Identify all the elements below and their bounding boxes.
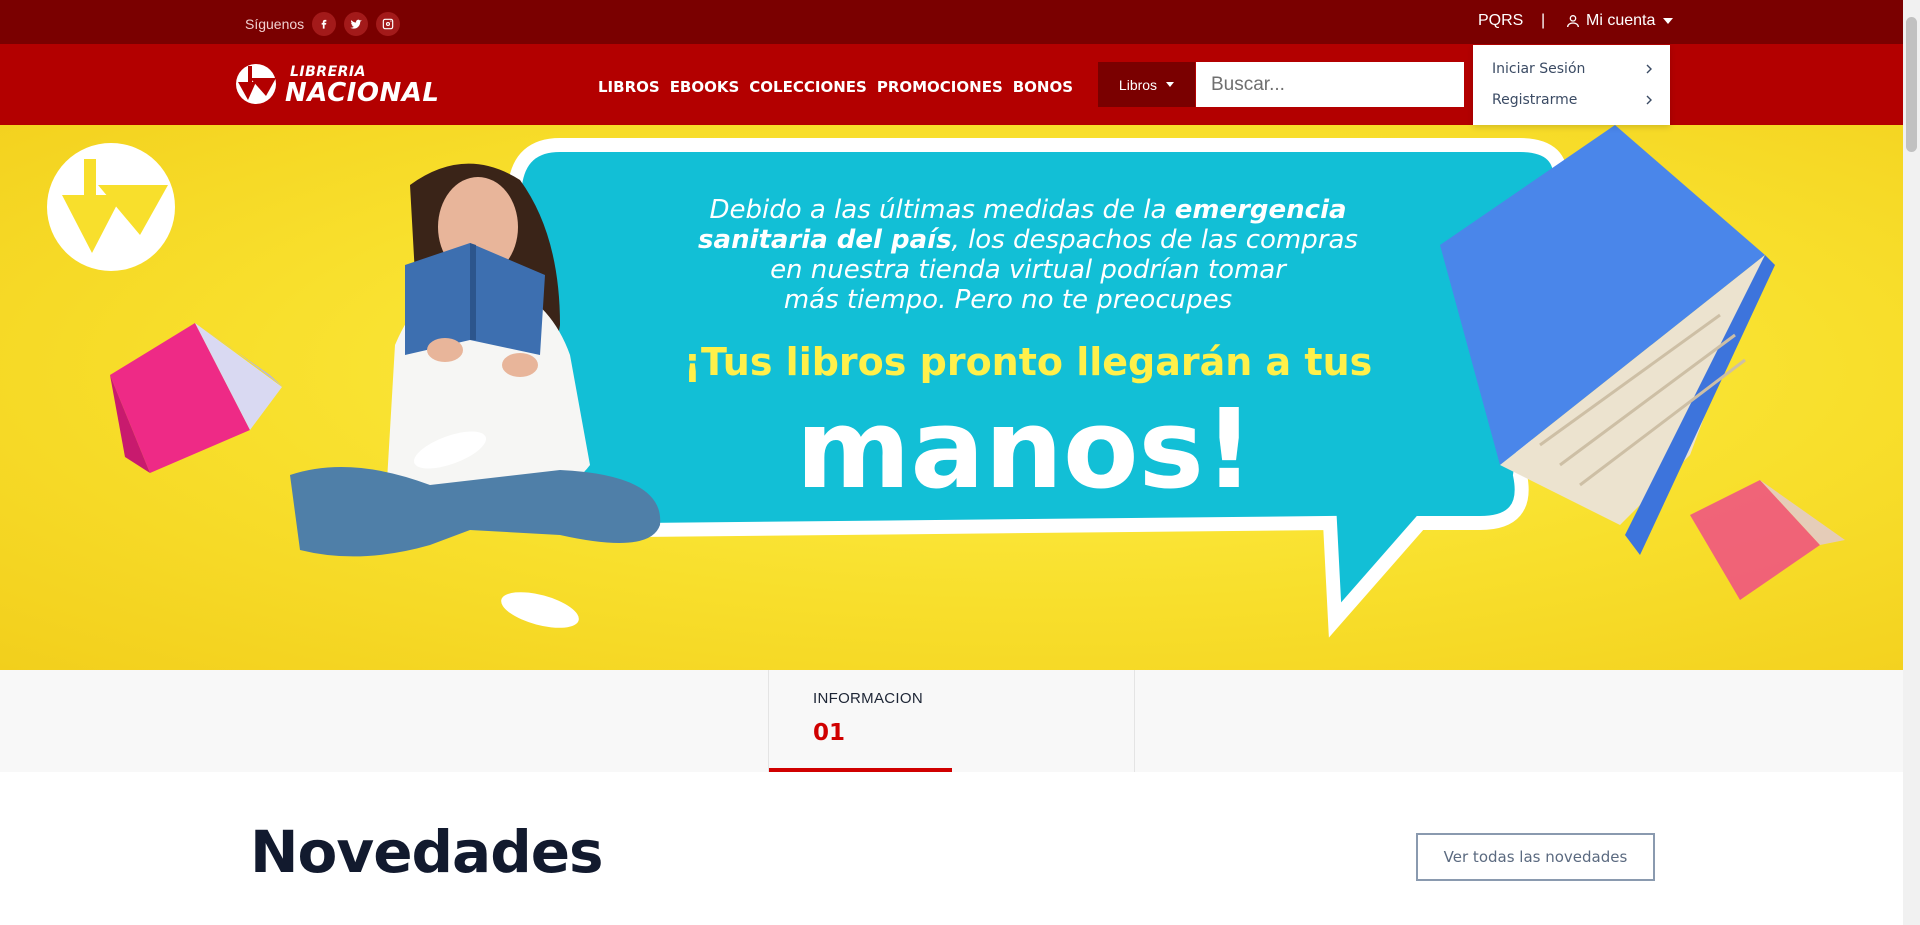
svg-text:Debido a las últimas medidas d: Debido a las últimas medidas de la emerg… bbox=[709, 195, 1346, 225]
nav-links: LIBROS EBOOKS COLECCIONES PROMOCIONES BO… bbox=[598, 78, 1073, 96]
facebook-icon[interactable] bbox=[312, 12, 337, 36]
tab-number: 01 bbox=[813, 720, 846, 746]
novedades-title: Novedades bbox=[250, 818, 604, 886]
caret-down-icon bbox=[1663, 18, 1674, 24]
account-label: Mi cuenta bbox=[1586, 12, 1656, 29]
banner-line2b: , los despachos de las compras bbox=[952, 225, 1358, 255]
menu-item-login-label: Iniciar Sesión bbox=[1492, 61, 1586, 77]
pink-book-image bbox=[110, 323, 283, 473]
banner-line1a: Debido a las últimas medidas de la bbox=[709, 195, 1174, 225]
separator: | bbox=[1541, 12, 1546, 29]
chevron-right-icon bbox=[1646, 95, 1652, 105]
banner-headline1: ¡Tus libros pronto llegarán a tus bbox=[684, 340, 1373, 384]
pqrs-link[interactable]: PQRS bbox=[1478, 12, 1523, 30]
chevron-right-icon bbox=[1646, 64, 1652, 74]
banner-tabs: INFORMACION 01 bbox=[0, 670, 1903, 772]
banner-line2a: sanitaria del país bbox=[698, 225, 952, 255]
page: Síguenos PQRS | Mi cuenta LIBRERIA NACIO… bbox=[0, 0, 1903, 925]
logo-mark-icon bbox=[236, 64, 276, 104]
logo-text-big: NACIONAL bbox=[285, 78, 440, 108]
pink-book-blurred-image bbox=[1690, 480, 1845, 600]
menu-item-register-label: Registrarme bbox=[1492, 92, 1578, 108]
follow-label: Síguenos bbox=[245, 16, 305, 32]
banner-line4: más tiempo. Pero no te preocupes bbox=[784, 285, 1232, 315]
tab-active-indicator bbox=[769, 768, 952, 772]
nav-link-ebooks[interactable]: EBOOKS bbox=[670, 78, 740, 96]
scrollbar-thumb[interactable] bbox=[1906, 17, 1917, 152]
nav-link-bonos[interactable]: BONOS bbox=[1013, 78, 1073, 96]
nav-link-colecciones[interactable]: COLECCIONES bbox=[749, 78, 867, 96]
top-bar: Síguenos PQRS | Mi cuenta bbox=[0, 0, 1903, 44]
twitter-icon[interactable] bbox=[344, 12, 369, 36]
tab-informacion[interactable]: INFORMACION 01 bbox=[768, 670, 1135, 772]
user-icon bbox=[1567, 15, 1579, 28]
svg-text:sanitaria del país, los despac: sanitaria del país, los despachos de las… bbox=[698, 225, 1358, 255]
banner-headline2: manos! bbox=[796, 385, 1254, 513]
instagram-icon[interactable] bbox=[376, 12, 401, 36]
nav-link-libros[interactable]: LIBROS bbox=[598, 78, 660, 96]
logo[interactable]: LIBRERIA NACIONAL bbox=[230, 62, 439, 108]
hero-banner[interactable]: Debido a las últimas medidas de la emerg… bbox=[0, 125, 1903, 670]
search-category-label: Libros bbox=[1118, 76, 1158, 93]
menu-item-login[interactable]: Iniciar Sesión bbox=[1492, 61, 1654, 77]
search-input[interactable] bbox=[1196, 62, 1464, 107]
banner-logo-icon bbox=[47, 143, 175, 271]
account-dropdown: Iniciar Sesión Registrarme bbox=[1473, 45, 1670, 125]
scrollbar[interactable] bbox=[1903, 0, 1920, 925]
search-category-select[interactable]: Libros bbox=[1098, 62, 1195, 107]
view-all-novedades-button[interactable]: Ver todas las novedades bbox=[1416, 833, 1655, 881]
banner-line1b: emergencia bbox=[1175, 195, 1347, 225]
caret-down-icon bbox=[1166, 82, 1175, 87]
account-menu-button[interactable]: Mi cuenta bbox=[1565, 12, 1674, 30]
banner-line3: en nuestra tienda virtual podrían tomar bbox=[770, 255, 1288, 285]
menu-item-register[interactable]: Registrarme bbox=[1492, 92, 1654, 108]
social-follow: Síguenos bbox=[245, 12, 401, 36]
tab-label: INFORMACION bbox=[813, 690, 923, 707]
nav-link-promociones[interactable]: PROMOCIONES bbox=[877, 78, 1003, 96]
